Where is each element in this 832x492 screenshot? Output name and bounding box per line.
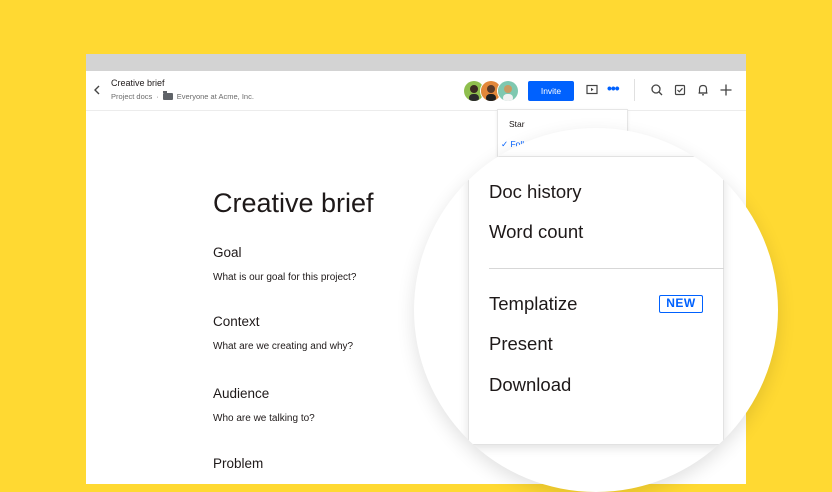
magnifier-lens: Doc history Word count Templatize NEW Pr…	[414, 128, 778, 492]
collaborator-avatars[interactable]	[463, 80, 523, 102]
menu-item-doc-history[interactable]: Doc history	[489, 181, 582, 203]
menu-item-word-count[interactable]: Word count	[489, 221, 583, 243]
checkbox-icon[interactable]	[672, 82, 688, 98]
section-heading[interactable]: Problem	[213, 456, 263, 471]
doc-title-small[interactable]: Creative brief	[111, 78, 165, 88]
breadcrumb-team[interactable]: Everyone at Acme, Inc.	[177, 92, 254, 101]
menu-item-star[interactable]: Star	[509, 119, 525, 129]
present-icon[interactable]	[584, 82, 600, 98]
section-heading[interactable]: Audience	[213, 386, 269, 401]
search-icon[interactable]	[649, 82, 665, 98]
toolbar-divider	[634, 79, 635, 101]
invite-button[interactable]: Invite	[528, 81, 574, 101]
window-chrome	[86, 54, 746, 71]
more-options-button[interactable]: •••	[607, 80, 620, 96]
new-badge: NEW	[659, 295, 703, 313]
menu-item-present[interactable]: Present	[489, 333, 553, 355]
document-title[interactable]: Creative brief	[213, 188, 374, 219]
section-heading[interactable]: Context	[213, 314, 260, 329]
avatar[interactable]	[497, 80, 519, 102]
section-heading[interactable]: Goal	[213, 245, 242, 260]
breadcrumb-folder[interactable]: Project docs	[111, 92, 152, 101]
breadcrumb-separator: ·	[156, 92, 159, 101]
section-prompt[interactable]: What is our goal for this project?	[213, 272, 356, 283]
folder-icon	[162, 91, 173, 100]
breadcrumb: Project docs · Everyone at Acme, Inc.	[111, 91, 254, 101]
section-prompt[interactable]: What are we creating and why?	[213, 341, 353, 352]
section-prompt[interactable]: Who are we talking to?	[213, 413, 315, 424]
top-bar: Creative brief Project docs · Everyone a…	[86, 71, 746, 111]
menu-divider	[489, 268, 724, 269]
menu-item-download[interactable]: Download	[489, 374, 571, 396]
chevron-left-icon[interactable]	[92, 82, 104, 98]
bell-icon[interactable]	[695, 82, 711, 98]
menu-item-templatize[interactable]: Templatize	[489, 293, 577, 315]
plus-icon[interactable]	[718, 82, 734, 98]
